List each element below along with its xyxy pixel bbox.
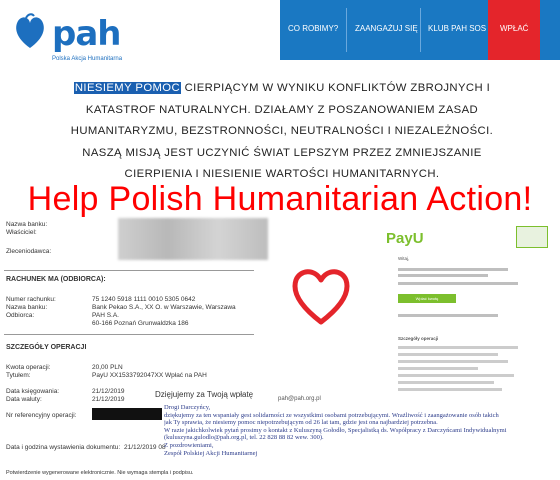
bank-name-label: Nazwa banku:: [6, 304, 48, 311]
booking-date-label: Data księgowania:: [6, 388, 60, 395]
text-line: [398, 268, 508, 271]
doc-label: Właściciel:: [6, 229, 37, 236]
title-label: Tytułem:: [6, 372, 31, 379]
pah-logo[interactable]: pah Polska Akcja Humanitarna: [12, 8, 162, 70]
divider: [4, 334, 254, 335]
letter-line: Drogi Darczyńcy,: [164, 404, 211, 411]
main-navigation: CO ROBIMY? ZAANGAŻUJ SIĘ KLUB PAH SOS WP…: [280, 0, 560, 60]
heart-logo-icon: [16, 13, 44, 48]
redacted-block: [118, 218, 268, 260]
currency-date-label: Data waluty:: [6, 396, 42, 403]
payu-ops-header: Szczegóły operacji: [398, 336, 439, 341]
mission-text: CIERPIĄCYM W WYNIKU KONFLIKTÓW ZBROJNYCH…: [70, 82, 494, 180]
title-value: PayU XX1533792047XX Wpłać na PAH: [92, 372, 207, 379]
letter-line: jak Ty sprawia, że niesiemy pomoc niepot…: [164, 419, 438, 427]
doc-label: Zleceniodawca:: [6, 248, 52, 255]
payu-email-panel: PayU Witaj, Wpłać kwotę Szczegóły operac…: [368, 212, 560, 412]
nav-item-what-we-do[interactable]: CO ROBIMY?: [288, 24, 338, 33]
section-recipient-heading: RACHUNEK MA (ODBIORCA):: [6, 276, 106, 283]
letter-line: W razie jakichkolwiek pytań prosimy o ko…: [164, 426, 507, 434]
currency-date-value: 21/12/2019: [92, 396, 125, 403]
text-line: [398, 360, 508, 363]
nav-item-get-involved[interactable]: ZAANGAŻUJ SIĘ: [355, 24, 418, 33]
nav-item-club-pah-sos[interactable]: KLUB PAH SOS: [428, 24, 486, 33]
card-illustration-icon: [516, 226, 548, 248]
heart-icon: [292, 269, 350, 325]
amount-value: 20,00 PLN: [92, 364, 123, 371]
text-line: [398, 353, 498, 356]
section-details-heading: SZCZEGÓŁY OPERACJI: [6, 344, 87, 351]
payu-logo: PayU: [386, 230, 424, 247]
payu-greeting: Witaj,: [398, 256, 410, 261]
payu-pay-button[interactable]: Wpłać kwotę: [398, 294, 456, 303]
letter-line: (kuluszyna.gulodlo@pah.org.pl, tel. 22 8…: [164, 434, 324, 442]
nav-divider: [346, 8, 347, 52]
issue-datetime-label: Data i godzina wystawienia dokumentu:: [6, 444, 121, 451]
text-line: [398, 388, 502, 391]
mission-statement: NIESIEMY POMOC CIERPIĄCYM W WYNIKU KONFL…: [60, 78, 504, 186]
email-sender[interactable]: pah@pah.org.pl: [278, 396, 321, 402]
text-line: [398, 274, 488, 277]
reference-label: Nr referencyjny operacji:: [6, 412, 77, 419]
letter-line: dziękujemy za ten wspaniały gest solidar…: [164, 411, 499, 419]
text-line: [398, 381, 494, 384]
divider: [4, 270, 254, 271]
letter-line: Zespół Polskiej Akcji Humanitarnej: [164, 449, 258, 457]
redacted-reference: [92, 408, 162, 420]
bank-name-value: Bank Pekao S.A., XX O. w Warszawie, Wars…: [92, 304, 236, 311]
thanks-message: Dzięjujemy za Twoją wpłatę: [155, 390, 254, 399]
recipient-value: PAH S.A.: [92, 312, 119, 319]
recipient-address: 60-166 Poznań Grunwaldzka 186: [92, 320, 189, 327]
issue-datetime-value: 21/12/2019 08: [124, 444, 166, 451]
text-line: [398, 346, 518, 349]
amount-label: Kwota operacji:: [6, 364, 51, 371]
thank-you-letter: Drogi Darczyńcy, dziękujemy za ten wspan…: [164, 404, 560, 480]
account-value: 75 1240 5918 1111 0010 5305 0642: [92, 296, 196, 303]
doc-label: Nazwa banku:: [6, 221, 48, 228]
mission-highlight: NIESIEMY POMOC: [73, 82, 182, 94]
nav-divider: [420, 8, 421, 52]
donate-label: WPŁAĆ: [500, 24, 529, 33]
logo-subtitle: Polska Akcja Humanitarna: [52, 56, 123, 62]
text-line: [398, 374, 514, 377]
logo-wordmark: pah: [52, 14, 121, 54]
text-line: [398, 314, 498, 317]
recipient-label: Odbiorca:: [6, 312, 35, 319]
letter-line: Z pozdrowieniami,: [164, 441, 214, 449]
text-line: [398, 282, 518, 285]
booking-date-value: 21/12/2019: [92, 388, 125, 395]
account-label: Numer rachunku:: [6, 296, 56, 303]
headline-overlay: Help Polish Humanitarian Action!: [27, 180, 533, 218]
donate-button[interactable]: WPŁAĆ: [488, 0, 540, 60]
text-line: [398, 367, 478, 370]
